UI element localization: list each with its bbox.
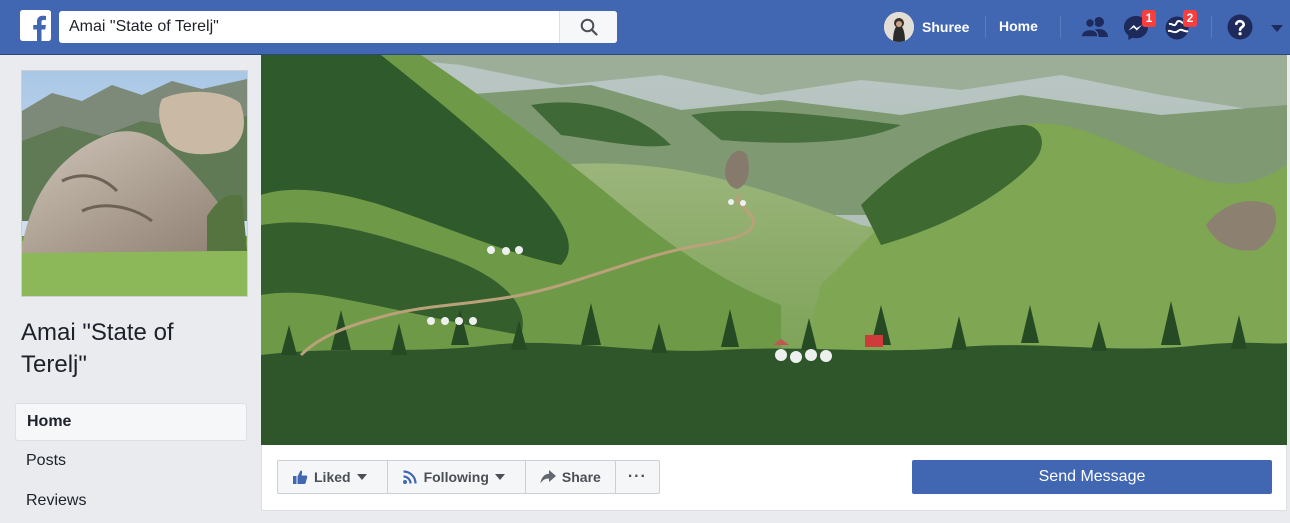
- liked-label: Liked: [314, 469, 351, 485]
- page-profile-picture[interactable]: [21, 70, 248, 297]
- help-icon[interactable]: [1226, 13, 1256, 41]
- sidebar-item-reviews[interactable]: Reviews: [15, 483, 247, 521]
- search-icon: [580, 18, 598, 36]
- liked-button[interactable]: Liked: [278, 461, 388, 493]
- page-action-bar: Liked Following Share ··· Send Message: [261, 445, 1287, 511]
- messenger-icon[interactable]: 1: [1122, 10, 1156, 41]
- cover-photo[interactable]: [261, 55, 1287, 445]
- profile-link[interactable]: Shuree: [884, 11, 969, 43]
- profile-name: Shuree: [922, 19, 970, 35]
- notifications-icon[interactable]: 2: [1163, 10, 1197, 41]
- chevron-down-icon: [356, 474, 367, 480]
- page-sidebar-nav: Home Posts Reviews: [15, 403, 247, 523]
- page-action-buttons: Liked Following Share ···: [277, 460, 660, 494]
- search-input[interactable]: [59, 11, 559, 43]
- chevron-down-icon: [494, 474, 505, 480]
- page-title: Amai "State of Terelj": [21, 319, 174, 378]
- share-button[interactable]: Share: [526, 461, 616, 493]
- following-label: Following: [423, 469, 489, 485]
- avatar: [884, 12, 914, 42]
- following-button[interactable]: Following: [388, 461, 526, 493]
- top-navigation-bar: Shuree Home 1 2: [0, 0, 1290, 55]
- share-label: Share: [561, 469, 601, 485]
- dropdown-caret-icon[interactable]: [1268, 13, 1286, 41]
- messages-badge: 1: [1142, 10, 1156, 27]
- facebook-logo-icon[interactable]: [20, 10, 51, 41]
- nav-divider: [1060, 16, 1061, 38]
- nav-divider: [985, 16, 986, 38]
- more-options-button[interactable]: ···: [616, 461, 659, 493]
- friend-requests-icon[interactable]: [1080, 13, 1110, 41]
- sidebar-item-home[interactable]: Home: [15, 403, 247, 441]
- send-message-button[interactable]: Send Message: [912, 460, 1272, 494]
- share-arrow-icon: [540, 470, 556, 484]
- nav-divider: [1211, 16, 1212, 38]
- home-link[interactable]: Home: [999, 18, 1038, 34]
- sidebar-item-posts[interactable]: Posts: [15, 443, 247, 481]
- rss-feed-icon: [402, 470, 417, 484]
- search-button[interactable]: [559, 11, 617, 43]
- thumbs-up-icon: [293, 470, 308, 484]
- search-box: [59, 11, 617, 43]
- notifications-badge: 2: [1183, 10, 1197, 27]
- more-options-icon: ···: [627, 468, 647, 485]
